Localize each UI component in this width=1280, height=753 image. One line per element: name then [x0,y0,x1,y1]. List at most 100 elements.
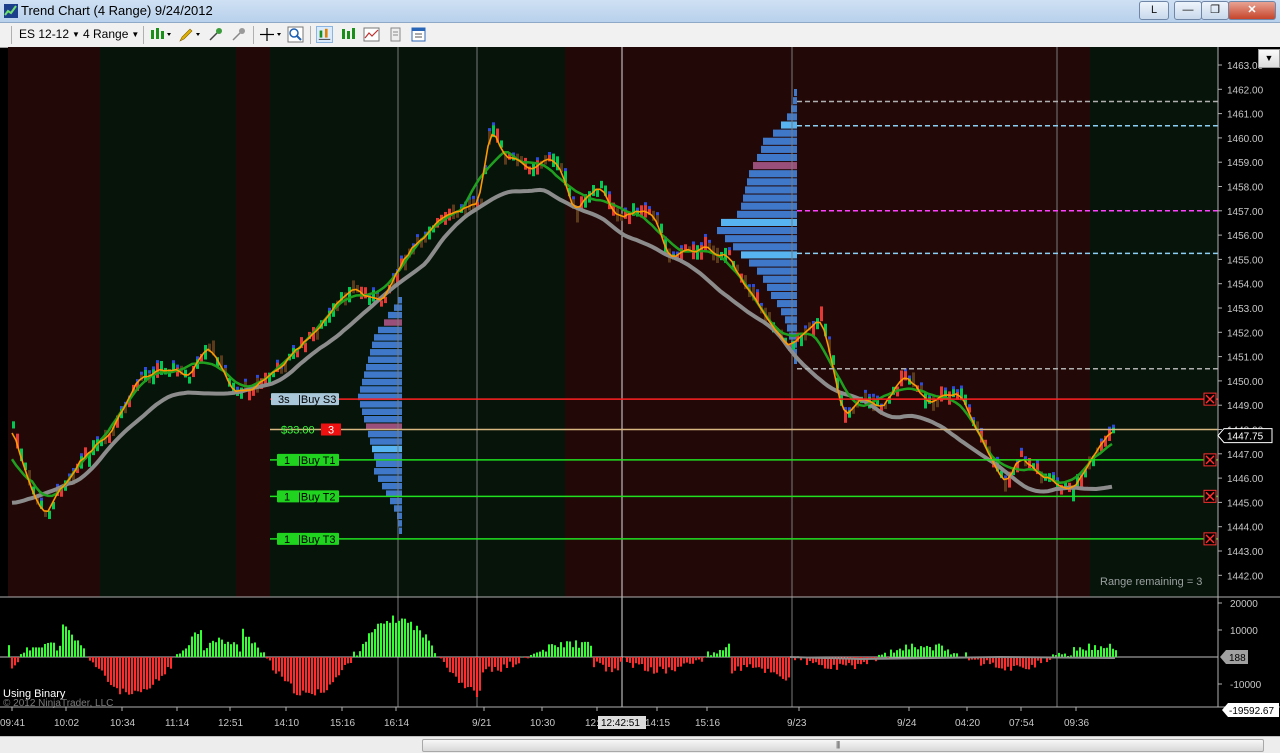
histogram-bar [224,644,226,657]
time-axis[interactable]: 09:4110:0210:3411:1412:5114:1015:1616:14… [0,707,1089,729]
histogram-bar [722,650,724,657]
time-label: 07:54 [1009,718,1034,729]
indicator-panel: Using Binary © 2012 NinjaTrader, LLC [0,616,1218,709]
histogram-bar [101,657,103,670]
histogram-bar [560,642,562,657]
histogram-bar [953,653,955,657]
last-price-label: 1447.75 [1227,432,1264,443]
histogram-bar [1034,657,1036,667]
horizontal-scrollbar[interactable]: ||| [0,736,1280,753]
chart-canvas[interactable]: 3s|Buy S31449.251|Buy T11446.751|Buy T21… [0,47,1280,736]
histogram-bar [146,657,148,690]
volume-profile-bar [368,431,402,437]
histogram-bar [770,657,772,672]
session-band [270,47,565,597]
price-bar-tick [648,206,651,209]
histogram-bar [767,657,769,669]
time-label: 04:20 [955,718,980,729]
order-cancel-button[interactable] [1204,393,1216,405]
histogram-bar [323,657,325,693]
close-button[interactable]: ✕ [1228,1,1276,20]
remove-draw-icon[interactable] [230,26,247,43]
price-bar-tick [944,387,947,390]
histogram-bar [410,622,412,657]
histogram-bar [545,652,547,657]
price-label: 1447.00 [1227,450,1264,461]
histogram-bar [956,653,958,657]
bar-type-selector[interactable]: 4 Range▼ [83,27,139,41]
histogram-bar [941,646,943,657]
data-box-icon[interactable] [410,26,427,43]
histogram-bar [488,657,490,667]
histogram-bar [524,657,526,658]
order-cancel-button[interactable] [1204,490,1216,502]
volume-profile-bar [362,409,402,415]
crosshair-icon[interactable] [259,26,283,43]
histogram-bar [446,657,448,668]
histogram-bar [497,657,499,671]
histogram-bar [131,657,133,694]
histogram-bar [659,657,661,667]
histogram-bar [635,657,637,663]
price-bar-tick [256,375,259,378]
histogram-bar [980,657,982,666]
price-bar-tick [492,122,495,125]
minimize-button[interactable]: — [1174,1,1202,20]
histogram-bar [68,630,70,657]
chart-trader-icon[interactable] [316,26,333,43]
histogram-bar [740,657,742,671]
bar-style-icon[interactable] [149,26,173,43]
volume-profile-bar [733,243,797,250]
instrument-selector[interactable]: ES 12-12▼ [19,27,80,41]
histogram-bar [467,657,469,687]
histogram-bar [77,640,79,657]
histogram-bar [221,640,223,657]
histogram-bar [257,648,259,657]
histogram-bar [248,637,250,657]
histogram-bar [104,657,106,676]
histogram-bar [473,657,475,691]
order-cancel-button[interactable] [1204,533,1216,545]
histogram-bar [530,655,532,657]
histogram-bar [116,657,118,688]
histogram-bar [1013,657,1015,666]
histogram-bar [92,657,94,662]
global-draw-icon[interactable] [207,26,224,43]
price-bar [932,395,935,411]
zoom-icon[interactable] [287,26,304,43]
link-button[interactable]: L [1139,1,1169,20]
histogram-bar [668,657,670,667]
price-label: 1460.00 [1227,134,1264,145]
volume-profile-bar [364,416,402,422]
price-bar [348,287,351,302]
price-bar-tick [804,325,807,328]
histogram-bar [197,634,199,657]
histogram-bar [11,657,13,668]
strategies-icon[interactable] [363,26,380,43]
price-bar-tick [708,240,711,243]
histogram-bar [758,657,760,667]
properties-icon[interactable] [387,26,404,43]
histogram-bar [788,657,790,677]
histogram-bar [1058,653,1060,657]
maximize-button[interactable]: ❐ [1201,1,1229,20]
histogram-bar [449,657,451,672]
histogram-bar [578,648,580,657]
chart-menu-dropdown[interactable]: ▼ [1258,49,1280,68]
price-bar-tick [1020,448,1023,451]
histogram-bar [119,657,121,694]
price-label: 1449.00 [1227,401,1264,412]
order-label: |Buy T1 [298,455,336,467]
scrollbar-thumb[interactable] [422,739,1264,752]
volume-profile-bar [725,235,797,242]
price-bar-tick [692,241,695,244]
histogram-bar [17,657,19,662]
order-cancel-button[interactable] [1204,454,1216,466]
indicators-icon[interactable] [340,26,357,43]
histogram-bar [71,635,73,657]
drawing-tool-icon[interactable] [178,26,202,43]
price-bar-tick [680,245,683,248]
histogram-bar [1016,657,1018,665]
histogram-bar [452,657,454,673]
histogram-bar [59,646,61,657]
